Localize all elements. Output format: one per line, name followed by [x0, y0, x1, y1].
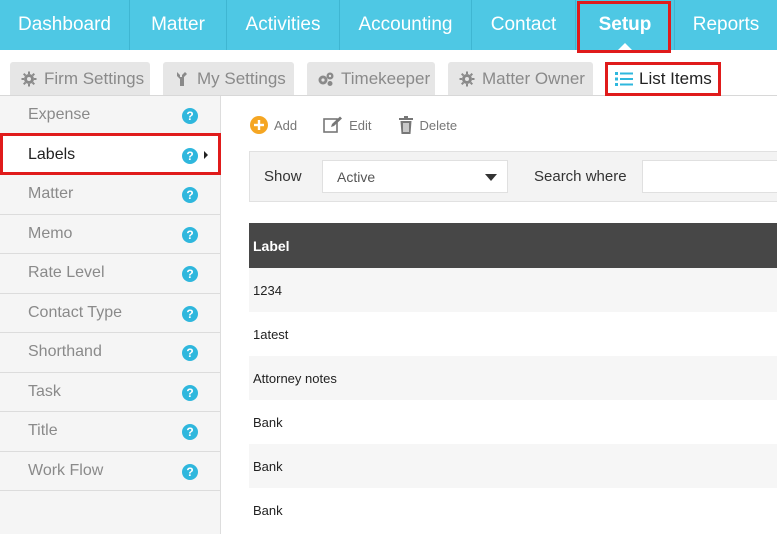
sidebar-item-contact-type[interactable]: Contact Type? [0, 294, 220, 333]
edit-icon [323, 116, 343, 133]
show-select-value: Active [337, 168, 376, 185]
sidebar-item-labels[interactable]: Labels? [0, 135, 220, 175]
toolbar: Add Edit Delete [250, 112, 483, 138]
table-row[interactable]: Bank [249, 400, 777, 444]
nav-reports[interactable]: Reports [675, 0, 777, 50]
sidebar-item-rate-level[interactable]: Rate Level? [0, 254, 220, 294]
chevron-down-icon [485, 174, 497, 181]
table-row[interactable]: Bank [249, 444, 777, 488]
search-where-label: Search where [534, 168, 627, 185]
tab-label: Firm Settings [44, 69, 145, 88]
top-nav: Dashboard Matter Activities Accounting C… [0, 0, 777, 50]
help-icon[interactable]: ? [182, 108, 198, 124]
help-icon[interactable]: ? [182, 463, 198, 480]
add-button[interactable]: Add [250, 116, 297, 134]
help-icon[interactable]: ? [182, 384, 198, 401]
table-header-label[interactable]: Label [249, 223, 777, 268]
help-icon[interactable]: ? [182, 345, 198, 361]
sidebar-item-label: Work Flow [28, 461, 104, 479]
sidebar-item-label: Task [28, 382, 61, 400]
table-row[interactable]: 1234 [249, 268, 777, 312]
sidebar-item-matter[interactable]: Matter? [0, 175, 220, 215]
gear-icon [458, 70, 476, 88]
tab-label: List Items [639, 69, 712, 88]
nav-activities[interactable]: Activities [227, 0, 340, 50]
table-row[interactable]: 1atest [249, 312, 777, 356]
help-icon[interactable]: ? [182, 147, 198, 164]
sidebar: Expense? Labels? Matter? Memo? Rate Leve… [0, 96, 221, 534]
list-icon [615, 70, 633, 88]
table-row[interactable]: Bank [249, 488, 777, 532]
settings-tabs: Firm Settings My Settings Timekeeper Mat… [0, 50, 777, 96]
sidebar-item-task[interactable]: Task? [0, 373, 220, 412]
edit-label: Edit [349, 117, 372, 133]
tab-list-items[interactable]: List Items [605, 62, 720, 96]
sidebar-item-expense[interactable]: Expense? [0, 96, 220, 136]
trash-icon [398, 116, 413, 134]
sidebar-item-label: Expense [28, 106, 91, 124]
filter-bar: Show Active Search where [249, 151, 777, 202]
delete-label: Delete [419, 117, 458, 133]
help-icon[interactable]: ? [182, 226, 198, 243]
delete-button[interactable]: Delete [398, 116, 458, 134]
sidebar-item-work-flow[interactable]: Work Flow? [0, 452, 220, 491]
sidebar-item-shorthand[interactable]: Shorthand? [0, 333, 220, 373]
tab-label: Matter Owner [482, 69, 585, 88]
tab-my-settings[interactable]: My Settings [163, 62, 294, 96]
sidebar-item-label: Memo [28, 224, 73, 242]
labels-table: Label 1234 1atest Attorney notes Bank Ba… [249, 223, 777, 532]
sidebar-item-label: Title [28, 422, 58, 440]
gear-icon [20, 70, 38, 88]
help-icon[interactable]: ? [182, 305, 198, 322]
gears-icon [317, 70, 335, 88]
sidebar-item-label: Shorthand [28, 343, 102, 361]
sidebar-item-label: Labels [28, 145, 76, 163]
help-icon[interactable]: ? [182, 266, 198, 282]
tab-matter-owner[interactable]: Matter Owner [448, 62, 593, 96]
sidebar-item-memo[interactable]: Memo? [0, 215, 220, 254]
show-select[interactable]: Active [322, 160, 508, 193]
search-input[interactable] [642, 160, 777, 193]
nav-accounting[interactable]: Accounting [340, 0, 472, 50]
show-label: Show [264, 168, 302, 185]
tab-label: Timekeeper [341, 69, 431, 88]
wrench-icon [173, 70, 191, 88]
tab-label: My Settings [197, 69, 286, 88]
tab-timekeeper[interactable]: Timekeeper [307, 62, 435, 96]
nav-dashboard[interactable]: Dashboard [0, 0, 130, 50]
help-icon[interactable]: ? [182, 187, 198, 203]
plus-circle-icon [250, 116, 268, 134]
sidebar-item-title[interactable]: Title? [0, 412, 220, 452]
help-icon[interactable]: ? [182, 424, 198, 440]
add-label: Add [274, 117, 298, 133]
tab-firm-settings[interactable]: Firm Settings [10, 62, 150, 96]
sidebar-item-label: Rate Level [28, 264, 105, 282]
edit-button[interactable]: Edit [323, 116, 372, 134]
nav-contact[interactable]: Contact [472, 0, 576, 50]
nav-setup[interactable]: Setup [576, 0, 675, 50]
nav-matter[interactable]: Matter [130, 0, 227, 50]
sidebar-item-label: Contact Type [28, 303, 122, 321]
table-row[interactable]: Attorney notes [249, 356, 777, 400]
sidebar-item-label: Matter [28, 185, 74, 203]
caret-right-icon [204, 150, 208, 159]
